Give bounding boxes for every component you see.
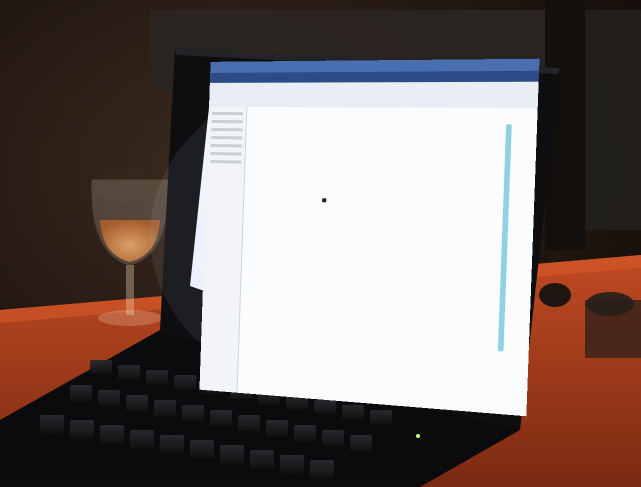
- sidebar-row: [211, 127, 243, 132]
- sidebar-row: [211, 119, 243, 124]
- sidebar-row: [210, 160, 242, 164]
- status-led-right: [416, 434, 420, 438]
- laptop-screen-ui: [199, 58, 540, 417]
- sidebar-row: [211, 111, 244, 116]
- sidebar-row: [210, 144, 243, 148]
- mouse-cursor: [322, 198, 327, 203]
- sidebar-row: [210, 136, 243, 140]
- screen-content-area: [237, 107, 538, 417]
- screen-toolbar: [209, 81, 539, 108]
- background-window-right: [585, 10, 641, 230]
- sidebar-row: [210, 152, 242, 156]
